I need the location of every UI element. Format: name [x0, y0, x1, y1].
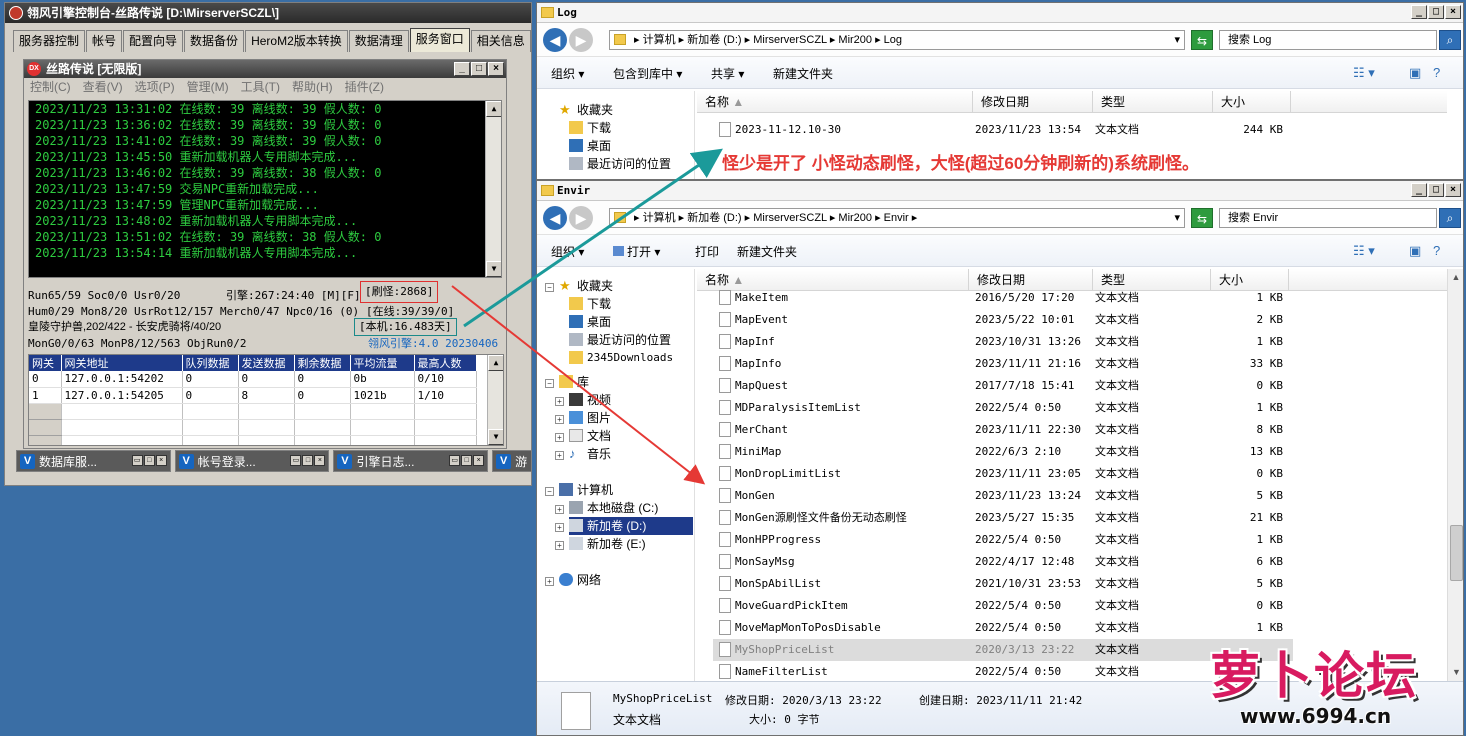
watermark-main: 萝卜论坛 [1210, 647, 1418, 705]
watermark-url: www.6994.cn [1240, 704, 1392, 728]
forum-watermark-logo: 萝卜论坛 www.6994.cn [1210, 632, 1460, 734]
red-arrow [451, 285, 706, 485]
annotation-arrows [451, 148, 723, 485]
teal-arrow [463, 148, 723, 328]
